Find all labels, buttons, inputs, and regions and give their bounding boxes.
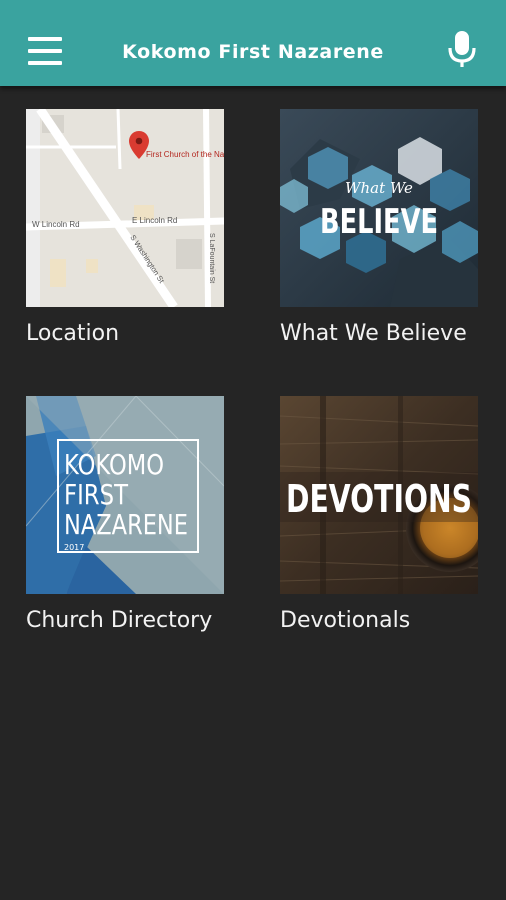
what-we-believe-thumbnail[interactable]: What We BELIEVE xyxy=(280,109,478,307)
map-label-s-lafountain-st: S LaFountain St xyxy=(208,233,215,283)
tile-label-location: Location xyxy=(26,321,120,346)
directory-art-line2: FIRST xyxy=(64,478,129,511)
page-title: Kokomo First Nazarene xyxy=(122,41,384,63)
directory-art-year: 2017 xyxy=(64,543,84,552)
map-place-name: First Church of the Nazarene xyxy=(146,150,224,159)
map-label-e-lincoln-rd: E Lincoln Rd xyxy=(132,216,177,225)
devotionals-thumbnail[interactable]: DEVOTIONS xyxy=(280,396,478,594)
tile-label-church-directory: Church Directory xyxy=(26,608,213,633)
believe-art-title: BELIEVE xyxy=(320,202,438,242)
church-directory-thumbnail[interactable]: KOKOMO FIRST NAZARENE 2017 xyxy=(26,396,224,594)
devotionals-art-title: DEVOTIONS xyxy=(286,477,472,521)
app-bar: Kokomo First Nazarene xyxy=(0,0,506,86)
map-label-w-lincoln-rd: W Lincoln Rd xyxy=(32,220,80,229)
directory-art-line1: KOKOMO xyxy=(64,448,164,481)
location-map-thumbnail[interactable]: W Lincoln Rd E Lincoln Rd S Washington S… xyxy=(26,109,224,307)
directory-art-line3: NAZARENE xyxy=(64,508,188,541)
tile-label-devotionals: Devotionals xyxy=(280,608,411,633)
microphone-icon[interactable] xyxy=(446,30,478,70)
believe-art-script: What We xyxy=(345,179,413,197)
tile-label-what-we-believe: What We Believe xyxy=(280,321,467,346)
